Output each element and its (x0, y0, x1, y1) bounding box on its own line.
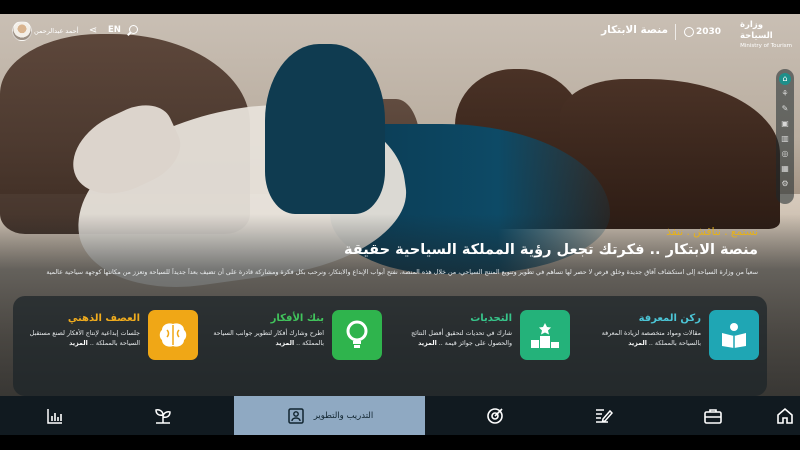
edit-icon[interactable]: ✎ (779, 103, 791, 115)
vision-2030-logo: 2030 (684, 22, 728, 42)
header-divider (675, 24, 676, 40)
nav-submit[interactable] (588, 396, 618, 435)
card-title: العصف الذهني (67, 313, 140, 324)
more-link[interactable]: المزيد (275, 340, 294, 347)
feature-panel: ركن المعرفة مقالات ومواد متخصصة لزيادة ا… (13, 296, 767, 396)
plant-icon[interactable]: ⚘ (779, 88, 791, 100)
card-title: ركن المعرفة (638, 313, 701, 324)
settings-icon[interactable]: ⚙ (779, 178, 791, 190)
hero-headline: منصة الابتكار .. فكرتك تجعل رؤية المملكة… (344, 242, 758, 258)
card-title: التحديات (470, 313, 512, 324)
hero-intro: سعياً من وزارة السياحة إلى استكشاف آفاق … (46, 269, 758, 276)
card-ideas-bank[interactable]: بنك الأفكار اطرح وشارك أفكار لتطوير جوان… (207, 310, 382, 382)
podium-icon (520, 310, 570, 360)
bottom-navigation: التدريب والتطوير (0, 396, 800, 435)
card-description: جلسات إبداعية لإنتاج الأفكار لصنع مستقبل… (29, 330, 140, 347)
ministry-name-en: Ministry of Tourism (740, 43, 792, 49)
avatar[interactable] (12, 21, 32, 41)
target-icon[interactable]: ◎ (779, 148, 791, 160)
home-icon[interactable]: ⌂ (779, 73, 791, 85)
search-icon[interactable] (126, 24, 140, 38)
user-name[interactable]: أحمد عبدالرحمن (34, 27, 78, 35)
edit-icon (596, 408, 613, 423)
side-rail: ⌂ ⚘ ✎ ▣ ▥ ◎ ▦ ⚙ (776, 69, 794, 204)
card-knowledge-corner[interactable]: ركن المعرفة مقالات ومواد متخصصة لزيادة ا… (584, 310, 759, 382)
card-description: اطرح وشارك أفكار لتطوير جوانب السياحة با… (213, 330, 324, 347)
nav-jobs[interactable] (698, 396, 728, 435)
training-icon[interactable]: ▦ (779, 163, 791, 175)
plant-icon (155, 408, 171, 424)
hero-tagline: نستمع . نناقش . ننفذ (666, 226, 758, 238)
card-description: مقالات ومواد متخصصة لزيادة المعرفة بالسي… (601, 330, 701, 347)
nav-goals[interactable] (480, 396, 510, 435)
target-icon (487, 407, 503, 424)
ministry-name-ar: وزارة السياحة (740, 20, 773, 41)
stats-icon (47, 408, 62, 424)
nav-training-label: التدريب والتطوير (313, 410, 374, 421)
briefcase-icon[interactable]: ▣ (779, 118, 791, 130)
nav-stats[interactable] (40, 396, 70, 435)
more-link[interactable]: المزيد (418, 340, 437, 347)
ministry-logo[interactable]: وزارة السياحة Ministry of Tourism (740, 20, 792, 49)
nav-home[interactable] (770, 396, 800, 435)
card-title: بنك الأفكار (270, 313, 324, 324)
nav-training[interactable]: التدريب والتطوير (234, 396, 425, 435)
card-brainstorming[interactable]: العصف الذهني جلسات إبداعية لإنتاج الأفكا… (23, 310, 198, 382)
app-frame: وزارة السياحة Ministry of Tourism 2030 م… (0, 14, 800, 435)
share-icon[interactable]: ⋖ (86, 24, 100, 38)
card-challenges[interactable]: التحديات شارك في تحديات لتحقيق أفضل النت… (395, 310, 570, 382)
training-icon (287, 407, 304, 424)
more-link[interactable]: المزيد (628, 340, 647, 347)
book-icon (709, 310, 759, 360)
vision-emblem-icon (684, 27, 694, 37)
lightbulb-icon (332, 310, 382, 360)
brain-icon (148, 310, 198, 360)
platform-title[interactable]: منصة الابتكار (601, 24, 668, 36)
card-description: شارك في تحديات لتحقيق أفضل النتائج والحص… (411, 330, 512, 347)
nav-growth[interactable] (148, 396, 178, 435)
language-toggle[interactable]: EN (108, 25, 121, 35)
vision-year: 2030 (696, 27, 722, 37)
rider-figure (265, 44, 385, 214)
stats-icon[interactable]: ▥ (779, 133, 791, 145)
home-icon (777, 407, 793, 424)
briefcase-icon (704, 408, 722, 424)
top-header: وزارة السياحة Ministry of Tourism 2030 م… (0, 14, 800, 50)
more-link[interactable]: المزيد (69, 340, 88, 347)
